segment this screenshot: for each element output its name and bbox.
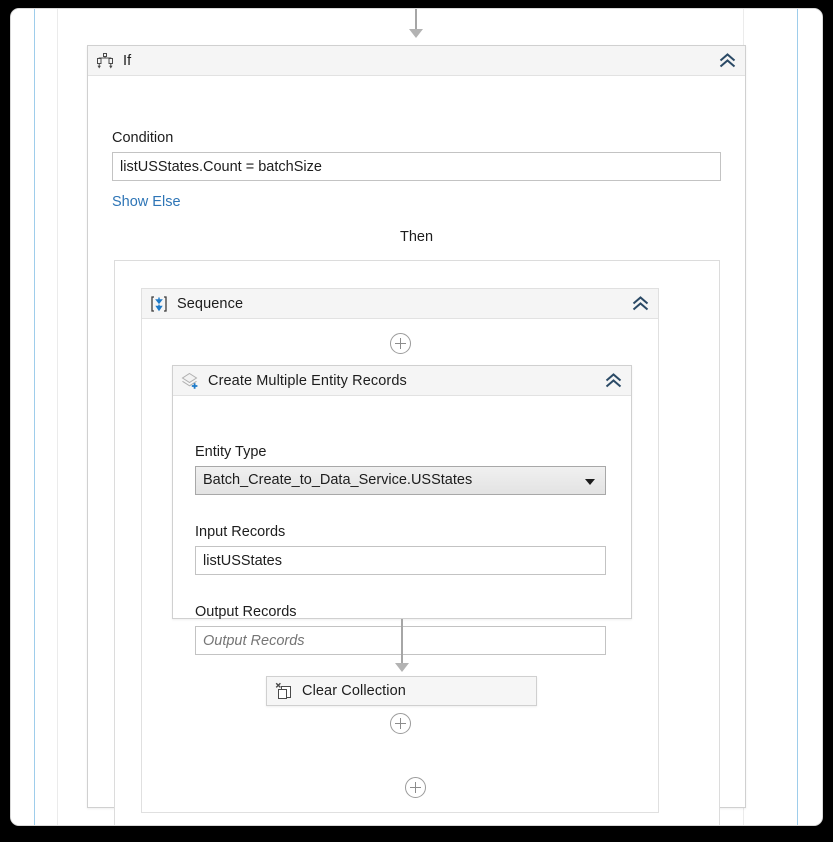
if-collapse-chevron-double-up-icon[interactable] (719, 53, 736, 69)
sequence-collapse-chevron-double-up-icon[interactable] (632, 296, 649, 312)
left-rail-blue (34, 9, 35, 825)
entity-type-dropdown[interactable]: Batch_Create_to_Data_Service.USStates (195, 466, 606, 495)
sequence-connector-line (401, 619, 403, 665)
output-records-label: Output Records (195, 604, 297, 620)
sequence-connector-arrowhead (395, 663, 409, 672)
create-records-activity-title: Create Multiple Entity Records (208, 372, 407, 389)
sequence-activity-header[interactable]: Sequence (142, 289, 658, 319)
input-records-label: Input Records (195, 524, 286, 540)
condition-input[interactable] (112, 152, 721, 181)
show-else-link[interactable]: Show Else (112, 194, 181, 210)
sequence-bottom-add-activity-plus-icon[interactable] (390, 713, 411, 734)
incoming-connector-line (415, 9, 417, 31)
create-records-activity-header[interactable]: Create Multiple Entity Records (173, 366, 631, 396)
screenshot-root: If Condition Show Else Then (0, 0, 833, 842)
sequence-activity[interactable]: Sequence Create Multiple Entity Records … (141, 288, 659, 813)
if-activity-header[interactable]: If (88, 46, 745, 76)
sequence-top-add-activity-plus-icon[interactable] (390, 333, 411, 354)
create-records-collapse-chevron-double-up-icon[interactable] (605, 373, 622, 389)
if-activity[interactable]: If Condition Show Else Then (87, 45, 746, 825)
incoming-connector-arrowhead (409, 29, 423, 38)
if-branch-icon (96, 52, 114, 70)
entity-type-selected-value: Batch_Create_to_Data_Service.USStates (203, 472, 473, 488)
if-activity-title: If (123, 52, 132, 69)
workflow-designer-canvas[interactable]: If Condition Show Else Then (11, 9, 822, 825)
then-branch-drop-area[interactable]: Sequence Create Multiple Entity Records … (114, 260, 720, 825)
create-multiple-entity-records-icon (181, 372, 199, 390)
input-records-input[interactable] (195, 546, 606, 575)
designer-canvas-shell: If Condition Show Else Then (10, 8, 823, 826)
clear-collection-title: Clear Collection (302, 683, 406, 699)
left-rail-grey (57, 9, 58, 825)
then-branch-label: Then (399, 229, 434, 245)
chevron-down-icon (585, 479, 595, 485)
right-rail-blue (797, 9, 798, 825)
sequence-activity-title: Sequence (177, 295, 244, 312)
sequence-icon (150, 295, 168, 313)
condition-label: Condition (112, 130, 174, 146)
create-multiple-entity-records-activity[interactable]: Create Multiple Entity Records Entity Ty… (172, 365, 632, 655)
canvas-bottom-add-activity-plus-icon[interactable] (405, 777, 426, 798)
clear-collection-icon (275, 682, 293, 700)
clear-collection-activity[interactable]: Clear Collection (266, 676, 537, 706)
entity-type-label: Entity Type (195, 444, 267, 460)
